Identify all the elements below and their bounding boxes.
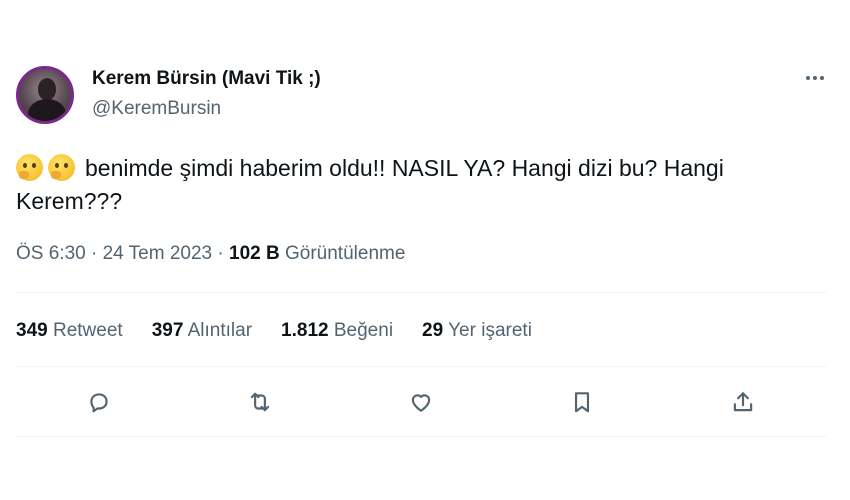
reply-button[interactable]: [83, 386, 115, 418]
tweet-card: Kerem Bürsin (Mavi Tik ;) @KeremBursin b…: [0, 0, 850, 500]
tweet-body: benimde şimdi haberim oldu!! NASIL YA? H…: [16, 155, 724, 214]
stat-count: 349: [16, 320, 48, 341]
reply-icon: [90, 393, 108, 413]
bookmark-icon: [574, 392, 590, 413]
tweet-text: benimde şimdi haberim oldu!! NASIL YA? H…: [16, 152, 806, 218]
views-label: Görüntülenme: [285, 243, 406, 264]
tweet-date[interactable]: 24 Tem 2023: [103, 243, 213, 264]
meta-separator: ·: [91, 243, 98, 264]
like-icon: [411, 394, 431, 412]
stat-count: 29: [422, 320, 444, 341]
share-button[interactable]: [727, 386, 759, 418]
divider: [16, 366, 826, 367]
retweet-button[interactable]: [244, 386, 276, 418]
stat-count: 397: [151, 320, 184, 341]
share-icon: [733, 392, 753, 412]
stat-likes[interactable]: 1.812 Beğeni: [281, 320, 393, 342]
stat-bookmarks[interactable]: 29 Yer işareti: [422, 320, 532, 342]
bookmark-button[interactable]: [566, 386, 598, 418]
stat-label: Yer işareti: [448, 320, 532, 341]
retweet-icon: [250, 392, 270, 412]
more-options-icon[interactable]: [800, 66, 830, 90]
display-name[interactable]: Kerem Bürsin (Mavi Tik ;): [92, 68, 321, 90]
avatar[interactable]: [16, 66, 74, 124]
avatar-head: [38, 78, 56, 100]
stat-label: Beğeni: [333, 320, 394, 341]
stat-label: Retweet: [52, 320, 123, 341]
meta-separator: ·: [217, 243, 224, 264]
user-handle[interactable]: @KeremBursin: [92, 98, 221, 120]
thinking-face-icon: [16, 154, 43, 181]
avatar-body: [28, 99, 66, 121]
like-button[interactable]: [405, 386, 437, 418]
divider: [16, 436, 826, 437]
views-count: 102 B: [229, 243, 280, 264]
engagement-stats: 349 Retweet 397 Alıntılar 1.812 Beğeni 2…: [16, 320, 561, 342]
thinking-face-icon: [48, 154, 75, 181]
tweet-meta: ÖS 6:30 · 24 Tem 2023 · 102 B Görüntülen…: [16, 243, 405, 265]
divider: [16, 292, 826, 293]
stat-label: Alıntılar: [187, 320, 253, 341]
stat-quotes[interactable]: 397 Alıntılar: [152, 320, 252, 342]
tweet-time[interactable]: ÖS 6:30: [16, 243, 86, 264]
stat-retweets[interactable]: 349 Retweet: [16, 320, 123, 342]
stat-count: 1.812: [281, 320, 329, 341]
action-bar: [0, 386, 850, 418]
